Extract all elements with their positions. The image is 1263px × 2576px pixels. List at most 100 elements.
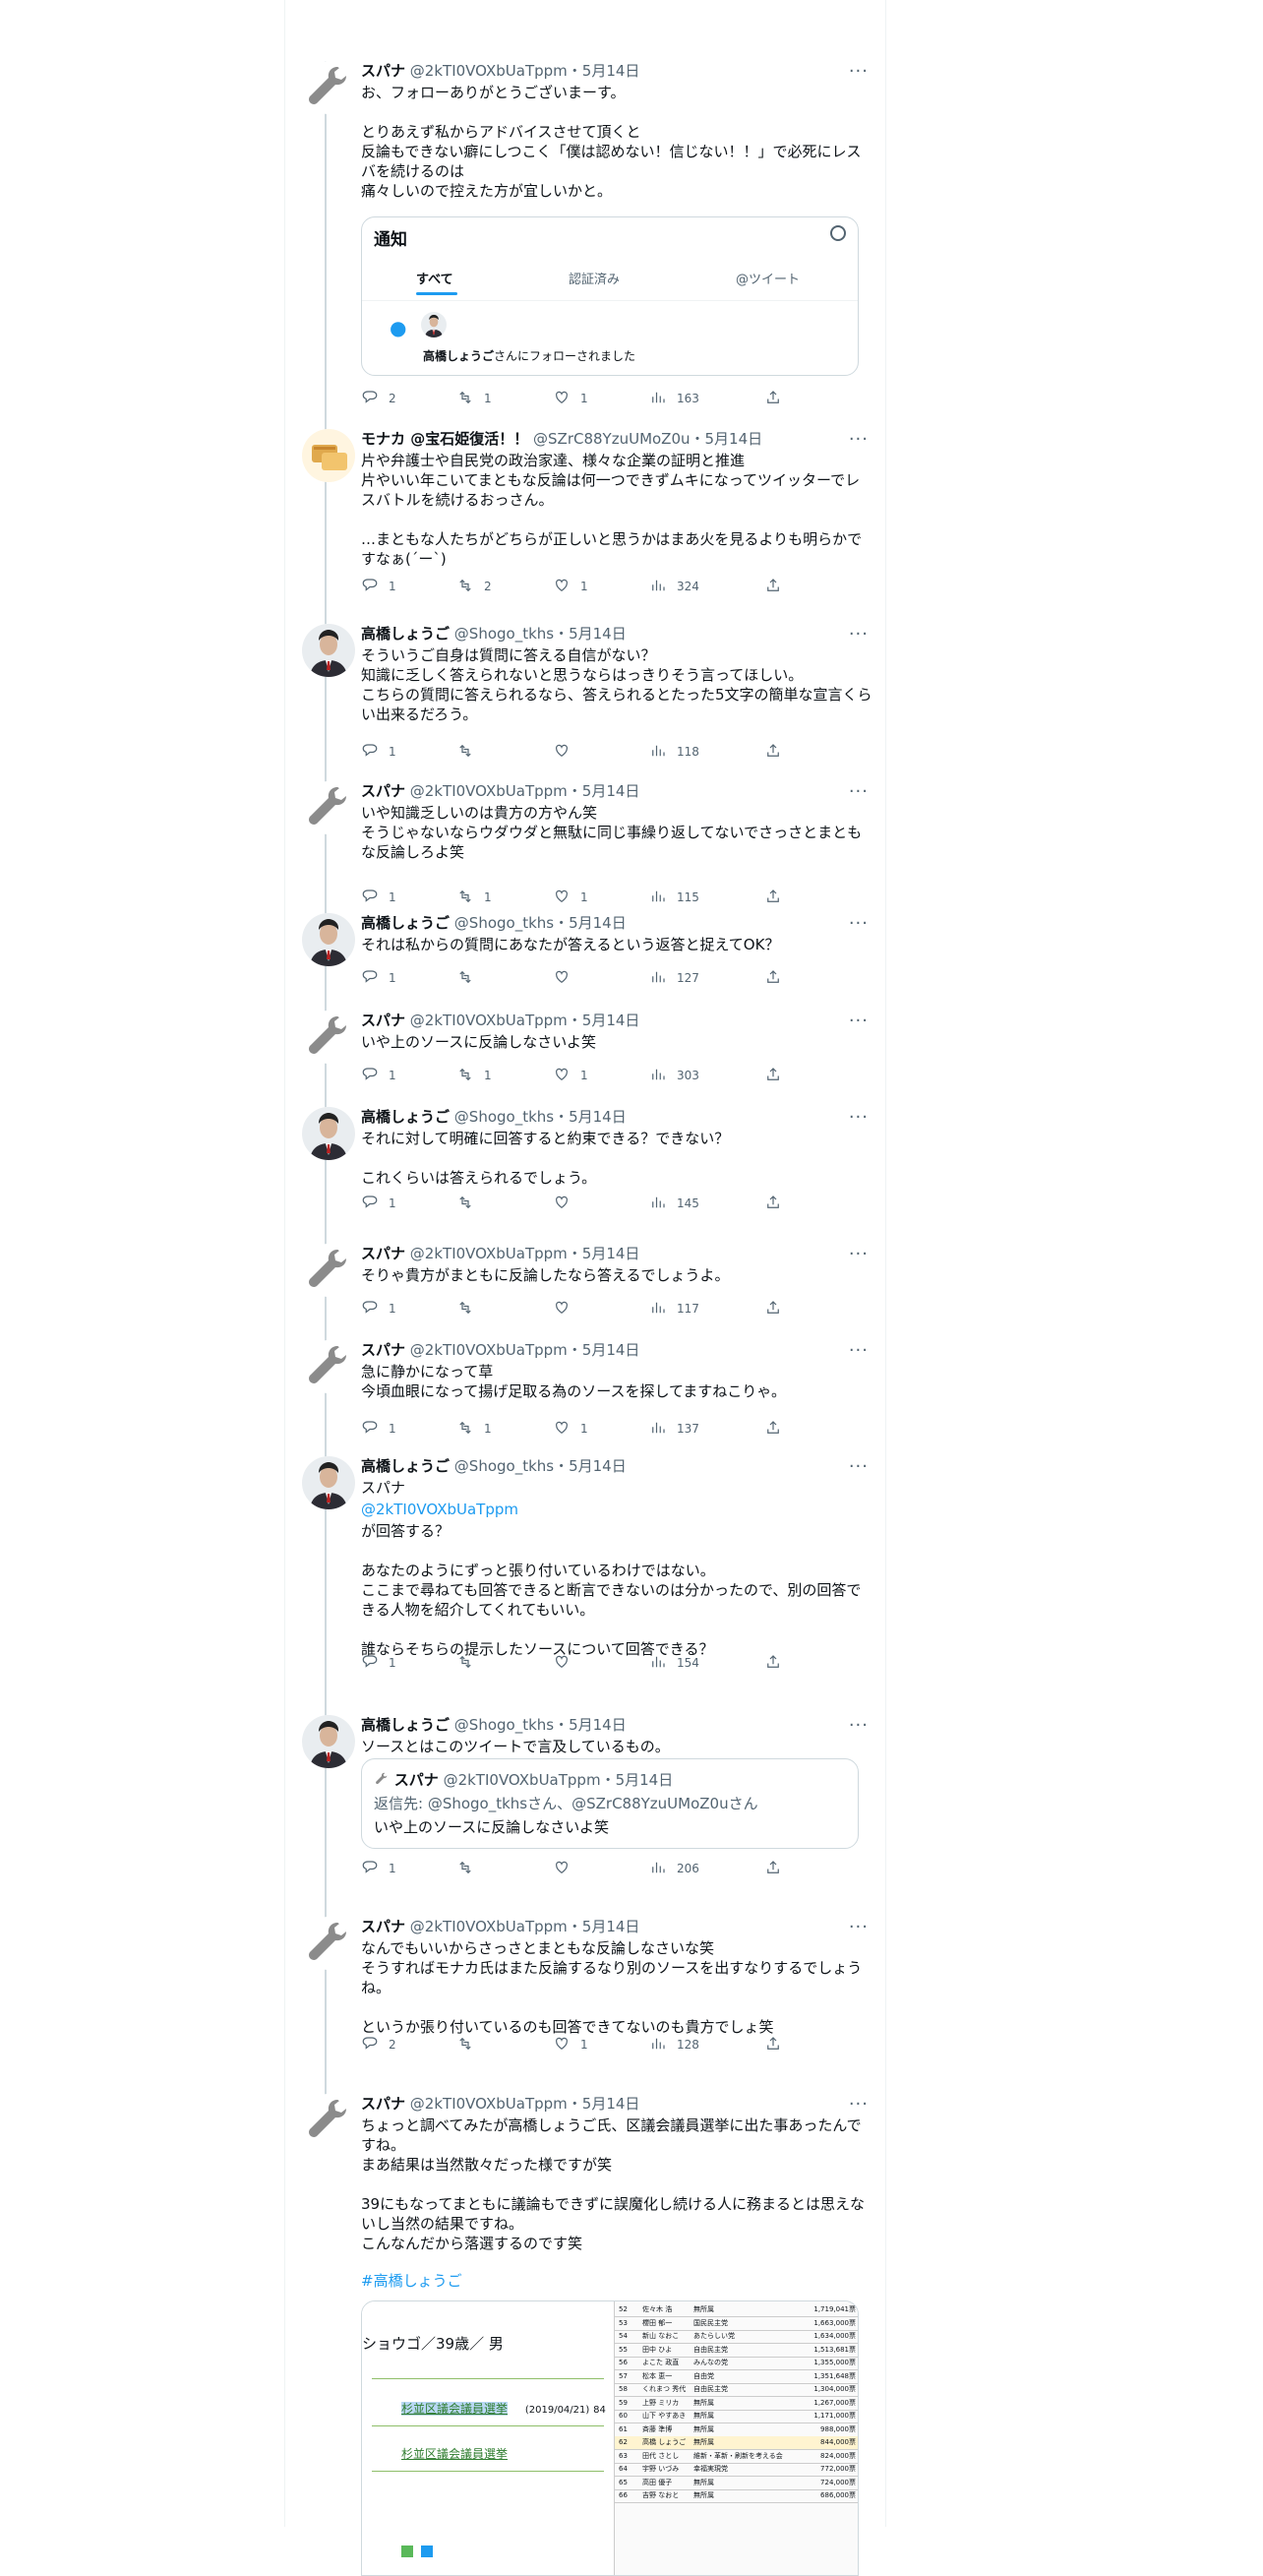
tweet-date[interactable]: ・5月14日	[568, 2095, 640, 2113]
author-handle[interactable]: @Shogo_tkhs	[454, 625, 554, 643]
like-button[interactable]	[553, 1653, 580, 1673]
author-name[interactable]: スパナ	[361, 1341, 405, 1359]
tweet[interactable]: モナカ @宝石姫復活！！ @SZrC88YzuUMoZ0u・5月14日 ··· 片や…	[284, 429, 886, 624]
retweet-button[interactable]	[456, 742, 484, 762]
author-handle[interactable]: @2kTI0VOXbUaTppm	[410, 1245, 568, 1262]
more-options-icon[interactable]: ···	[849, 624, 869, 644]
reply-button[interactable]: 1	[361, 888, 396, 907]
wrench-icon[interactable]	[302, 1917, 355, 1970]
tweet[interactable]: 高橋しょうご @Shogo_tkhs・5月14日 ··· それは私からの質問にあなた…	[284, 913, 886, 1011]
election-link[interactable]: 杉並区議会議員選挙	[401, 2445, 508, 2462]
retweet-button[interactable]: 2	[456, 577, 492, 596]
like-button[interactable]: 1	[553, 2035, 588, 2055]
author-name[interactable]: 高橋しょうご	[361, 1108, 450, 1126]
tweet-date[interactable]: ・5月14日	[568, 62, 640, 80]
retweet-button[interactable]: 1	[456, 389, 492, 408]
reply-button[interactable]: 1	[361, 1299, 396, 1319]
reply-button[interactable]: 2	[361, 2035, 396, 2055]
author-name[interactable]: 高橋しょうご	[361, 1716, 450, 1734]
more-options-icon[interactable]: ···	[849, 1715, 869, 1736]
views-button[interactable]: 324	[649, 577, 699, 596]
reply-button[interactable]: 1	[361, 742, 396, 762]
like-button[interactable]: 1	[553, 1419, 588, 1439]
avatar[interactable]	[302, 1107, 355, 1160]
avatar[interactable]	[302, 1715, 355, 1768]
author-handle[interactable]: @2kTI0VOXbUaTppm	[410, 1341, 568, 1359]
quote-tweet-card[interactable]: スパナ @2kTI0VOXbUaTppm・5月14日 返信先: @Shogo_tk…	[361, 1758, 859, 1849]
like-button[interactable]: 1	[553, 888, 588, 907]
wrench-icon[interactable]	[302, 61, 355, 114]
share-button[interactable]	[764, 1419, 792, 1439]
like-button[interactable]: 1	[553, 1066, 588, 1085]
share-button[interactable]	[764, 1859, 792, 1878]
author-handle[interactable]: @Shogo_tkhs	[454, 1108, 554, 1126]
views-button[interactable]: 303	[649, 1066, 699, 1085]
wrench-icon[interactable]	[302, 781, 355, 834]
follow-name[interactable]: 高橋しょうご	[423, 349, 494, 363]
tweet-date[interactable]: ・5月14日	[691, 430, 763, 448]
reply-button[interactable]: 1	[361, 577, 396, 596]
retweet-button[interactable]	[456, 1299, 484, 1319]
settings-gear-icon[interactable]	[830, 225, 846, 241]
more-options-icon[interactable]: ···	[849, 61, 869, 82]
tweet-date[interactable]: ・5月14日	[554, 914, 627, 932]
tweet-date[interactable]: ・5月14日	[568, 1245, 640, 1262]
notification-card[interactable]: 通知 すべて 認証済み @ツイート ● 高橋しょうごさんにフォローされました	[361, 216, 859, 376]
tab-verified[interactable]: 認証済み	[569, 269, 620, 287]
author-name[interactable]: スパナ	[361, 1918, 405, 1935]
tweet[interactable]: 高橋しょうご @Shogo_tkhs・5月14日 ··· そういうご自身は質問に答え…	[284, 624, 886, 781]
views-button[interactable]: 117	[649, 1299, 699, 1319]
share-icon[interactable]	[421, 2545, 433, 2557]
tweet[interactable]: スパナ @2kTI0VOXbUaTppm・5月14日 ··· 急に静かになって草 今…	[284, 1340, 886, 1456]
share-button[interactable]	[764, 1653, 792, 1673]
avatar[interactable]	[302, 1456, 355, 1509]
author-name[interactable]: 高橋しょうご	[361, 625, 450, 643]
views-button[interactable]: 163	[649, 389, 699, 408]
author-handle[interactable]: @2kTI0VOXbUaTppm	[410, 1918, 568, 1935]
retweet-button[interactable]	[456, 1859, 484, 1878]
share-button[interactable]	[764, 1066, 792, 1085]
like-button[interactable]: 1	[553, 577, 588, 596]
tweet[interactable]: スパナ @2kTI0VOXbUaTppm・5月14日 ··· そりゃ貴方がまともに反…	[284, 1244, 886, 1340]
reply-button[interactable]: 1	[361, 1653, 396, 1673]
like-button[interactable]	[553, 1859, 580, 1878]
tweet-date[interactable]: ・5月14日	[554, 625, 627, 643]
quote-handle[interactable]: @2kTI0VOXbUaTppm	[444, 1771, 601, 1789]
avatar[interactable]	[421, 312, 447, 337]
hashtag-link[interactable]: #高橋しょうご	[361, 2271, 874, 2291]
views-button[interactable]: 115	[649, 888, 699, 907]
author-name[interactable]: 高橋しょうご	[361, 1457, 450, 1475]
like-button[interactable]	[553, 742, 580, 762]
author-handle[interactable]: @Shogo_tkhs	[454, 1457, 554, 1475]
wrench-icon[interactable]	[302, 2094, 355, 2147]
attached-image[interactable]: ショウゴ／39歳／ 男杉並区議会議員選挙 (2019/04/21) 84 杉並区議…	[361, 2300, 859, 2576]
author-handle[interactable]: @Shogo_tkhs	[454, 914, 554, 932]
retweet-button[interactable]	[456, 1653, 484, 1673]
retweet-button[interactable]	[456, 1194, 484, 1213]
reply-button[interactable]: 1	[361, 968, 396, 988]
tweet[interactable]: スパナ @2kTI0VOXbUaTppm・5月14日 ··· いや上のソースに反論し…	[284, 1011, 886, 1107]
tweet[interactable]: 高橋しょうご @Shogo_tkhs・5月14日 ··· ソースとはこのツイートで言…	[284, 1715, 886, 1917]
retweet-button[interactable]: 1	[456, 888, 492, 907]
more-options-icon[interactable]: ···	[849, 1011, 869, 1031]
tweet[interactable]: スパナ @2kTI0VOXbUaTppm・5月14日 ··· いや知識乏しいのは貴方…	[284, 781, 886, 913]
views-button[interactable]: 118	[649, 742, 699, 762]
avatar[interactable]	[302, 429, 355, 482]
author-handle[interactable]: @2kTI0VOXbUaTppm	[410, 62, 568, 80]
wrench-icon[interactable]	[302, 1011, 355, 1064]
retweet-button[interactable]: 1	[456, 1066, 492, 1085]
author-handle[interactable]: @SZrC88YzuUMoZ0u	[533, 430, 691, 448]
tweet-date[interactable]: ・5月14日	[554, 1108, 627, 1126]
author-name[interactable]: スパナ	[361, 1012, 405, 1029]
like-button[interactable]	[553, 968, 580, 988]
author-name[interactable]: スパナ	[361, 62, 405, 80]
retweet-button[interactable]: 1	[456, 1419, 492, 1439]
more-options-icon[interactable]: ···	[849, 429, 869, 450]
wrench-icon[interactable]	[302, 1244, 355, 1297]
tab-mentions[interactable]: @ツイート	[736, 269, 800, 287]
more-options-icon[interactable]: ···	[849, 1340, 869, 1361]
more-options-icon[interactable]: ···	[849, 1244, 869, 1264]
share-button[interactable]	[764, 1299, 792, 1319]
share-button[interactable]	[764, 577, 792, 596]
quote-reply-to[interactable]: 返信先: @Shogo_tkhsさん、@SZrC88YzuUMoZ0uさん	[374, 1793, 758, 1813]
